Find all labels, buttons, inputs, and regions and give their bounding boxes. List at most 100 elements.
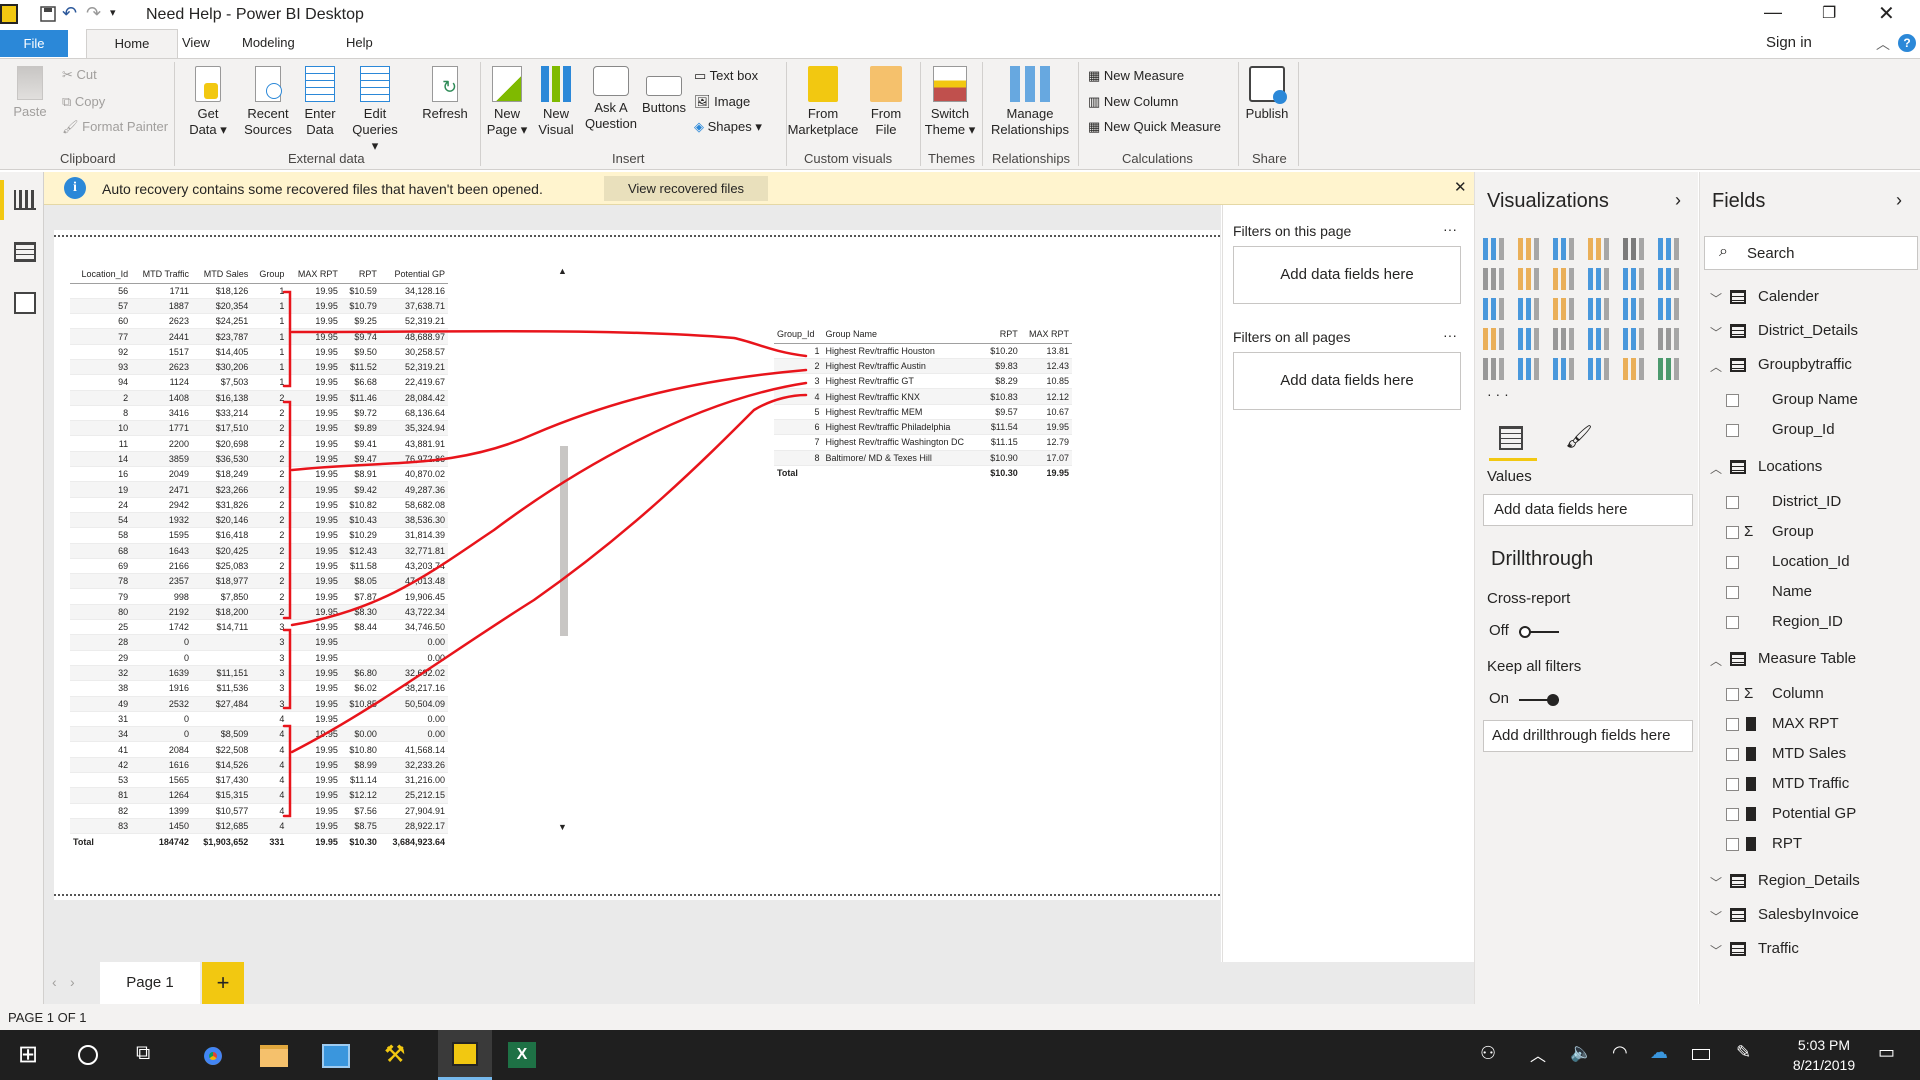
field-item[interactable]: Group Name	[1700, 388, 1920, 414]
new-column-button[interactable]: ▥ New Column	[1088, 94, 1178, 110]
field-item[interactable]: Location_Id	[1700, 550, 1920, 576]
wifi-icon[interactable]: ◠	[1612, 1042, 1628, 1063]
field-table[interactable]: ﹀ Calender	[1700, 282, 1920, 312]
field-checkbox[interactable]	[1726, 748, 1739, 761]
tab-view[interactable]: View	[182, 35, 210, 50]
page-filter-drop-zone[interactable]: Add data fields here	[1233, 246, 1461, 304]
field-item[interactable]: Group_Id	[1700, 418, 1920, 444]
image-button[interactable]: 🖼 Image	[694, 94, 750, 110]
get-data-button[interactable]: Get Data ▾	[184, 66, 232, 138]
filters-on-page-more-icon[interactable]: ···	[1443, 221, 1457, 237]
visual-type-icon[interactable]	[1553, 328, 1575, 350]
visual-type-icon[interactable]	[1623, 358, 1645, 380]
tab-modeling[interactable]: Modeling	[242, 35, 295, 50]
next-page-icon[interactable]: ›	[70, 974, 75, 990]
enter-data-button[interactable]: Enter Data	[300, 66, 340, 138]
visual-type-icon[interactable]	[1588, 298, 1610, 320]
visual-type-icon[interactable]	[1483, 328, 1505, 350]
visual-type-icon[interactable]	[1623, 328, 1645, 350]
field-checkbox[interactable]	[1726, 688, 1739, 701]
switch-theme-button[interactable]: Switch Theme ▾	[922, 66, 978, 138]
data-view-icon[interactable]	[14, 242, 36, 262]
cut-button[interactable]: ✂ Cut	[62, 67, 97, 83]
visual-type-icon[interactable]	[1588, 328, 1610, 350]
field-item[interactable]: MTD Traffic	[1700, 772, 1920, 798]
field-item[interactable]: District_ID	[1700, 490, 1920, 516]
chevron-down-icon[interactable]: ﹀	[1710, 874, 1722, 891]
field-checkbox[interactable]	[1726, 394, 1739, 407]
publish-button[interactable]: Publish	[1240, 66, 1294, 122]
chevron-up-icon[interactable]: ︿	[1710, 358, 1722, 375]
action-center-icon[interactable]: ▭	[1878, 1042, 1895, 1063]
people-icon[interactable]: ⚇	[1480, 1043, 1496, 1064]
visual-type-icon[interactable]	[1658, 298, 1680, 320]
field-table[interactable]: ﹀ Traffic	[1700, 934, 1920, 964]
model-view-icon[interactable]	[14, 292, 36, 314]
field-item[interactable]: Σ Column	[1700, 682, 1920, 708]
pen-icon[interactable]: ✎	[1736, 1042, 1751, 1063]
file-explorer-app-icon[interactable]	[260, 1045, 288, 1067]
field-table[interactable]: ︿ Measure Table	[1700, 644, 1920, 674]
visual-type-icon[interactable]	[1658, 268, 1680, 290]
text-box-button[interactable]: ▭ Text box	[694, 68, 758, 84]
windows-start-icon[interactable]: ⊞	[18, 1040, 38, 1069]
format-painter-button[interactable]: 🖌 Format Painter	[62, 119, 168, 135]
add-page-button[interactable]: +	[202, 962, 244, 1004]
battery-icon[interactable]	[1692, 1049, 1710, 1060]
field-item[interactable]: RPT	[1700, 832, 1920, 858]
minimize-icon[interactable]: —	[1764, 2, 1782, 23]
keep-all-filters-toggle[interactable]	[1519, 694, 1559, 706]
collapse-fields-icon[interactable]: ›	[1896, 190, 1902, 211]
new-measure-button[interactable]: ▦ New Measure	[1088, 68, 1184, 84]
visual-type-icon[interactable]	[1518, 268, 1540, 290]
values-drop-zone[interactable]: Add data fields here	[1483, 494, 1693, 526]
sign-in-link[interactable]: Sign in	[1766, 34, 1812, 51]
field-table[interactable]: ︿ Groupbytraffic	[1700, 350, 1920, 380]
from-file-button[interactable]: From File	[866, 66, 906, 138]
field-item[interactable]: Σ Group	[1700, 520, 1920, 546]
visual-type-icon[interactable]	[1518, 328, 1540, 350]
visual-type-icon[interactable]	[1518, 358, 1540, 380]
from-marketplace-button[interactable]: From Marketplace	[786, 66, 860, 138]
field-checkbox[interactable]	[1726, 778, 1739, 791]
visual-type-icon[interactable]	[1483, 298, 1505, 320]
field-checkbox[interactable]	[1726, 424, 1739, 437]
visual-type-icon[interactable]	[1623, 238, 1645, 260]
report-page[interactable]: Location_Id MTD Traffic MTD Sales Group MAX …	[54, 230, 1220, 900]
prev-page-icon[interactable]: ‹	[52, 974, 57, 990]
help-icon[interactable]: ?	[1898, 34, 1916, 52]
filters-on-all-more-icon[interactable]: ···	[1443, 327, 1457, 343]
visual-type-icon[interactable]	[1483, 268, 1505, 290]
fields-search-box[interactable]: ⌕ Search	[1704, 236, 1918, 270]
control-panel-app-icon[interactable]	[322, 1044, 350, 1068]
field-item[interactable]: Name	[1700, 580, 1920, 606]
view-recovered-files-button[interactable]: View recovered files	[604, 176, 768, 201]
powerbi-taskbar-active[interactable]	[438, 1030, 492, 1080]
undo-icon[interactable]: ↶	[62, 3, 77, 24]
format-paint-roller-icon[interactable]: 🖌	[1565, 424, 1593, 450]
shapes-button[interactable]: ◈ Shapes ▾	[694, 119, 762, 135]
chevron-down-icon[interactable]: ﹀	[1710, 290, 1722, 307]
field-table[interactable]: ﹀ District_Details	[1700, 316, 1920, 346]
visual-type-icon[interactable]	[1518, 298, 1540, 320]
new-visual-button[interactable]: New Visual	[534, 66, 578, 138]
edit-queries-button[interactable]: Edit Queries ▾	[350, 66, 400, 154]
cortana-search-icon[interactable]	[78, 1045, 98, 1065]
all-pages-filter-drop-zone[interactable]: Add data fields here	[1233, 352, 1461, 410]
chevron-down-icon[interactable]: ﹀	[1710, 324, 1722, 341]
more-visuals-icon[interactable]: · · ·	[1487, 386, 1509, 402]
field-checkbox[interactable]	[1726, 526, 1739, 539]
field-checkbox[interactable]	[1726, 616, 1739, 629]
new-page-button[interactable]: New Page ▾	[484, 66, 530, 138]
visual-type-icon[interactable]	[1483, 358, 1505, 380]
tools-app-icon[interactable]: ⚒	[384, 1040, 406, 1069]
chrome-app-icon[interactable]	[200, 1043, 226, 1069]
field-item[interactable]: Region_ID	[1700, 610, 1920, 636]
field-item[interactable]: MTD Sales	[1700, 742, 1920, 768]
page-tab-page-1[interactable]: Page 1	[100, 962, 200, 1004]
visual-type-icon[interactable]	[1588, 358, 1610, 380]
paste-button[interactable]: Paste	[10, 66, 50, 120]
field-checkbox[interactable]	[1726, 808, 1739, 821]
copy-button[interactable]: ⧉ Copy	[62, 94, 105, 110]
visual-type-icon[interactable]	[1518, 238, 1540, 260]
